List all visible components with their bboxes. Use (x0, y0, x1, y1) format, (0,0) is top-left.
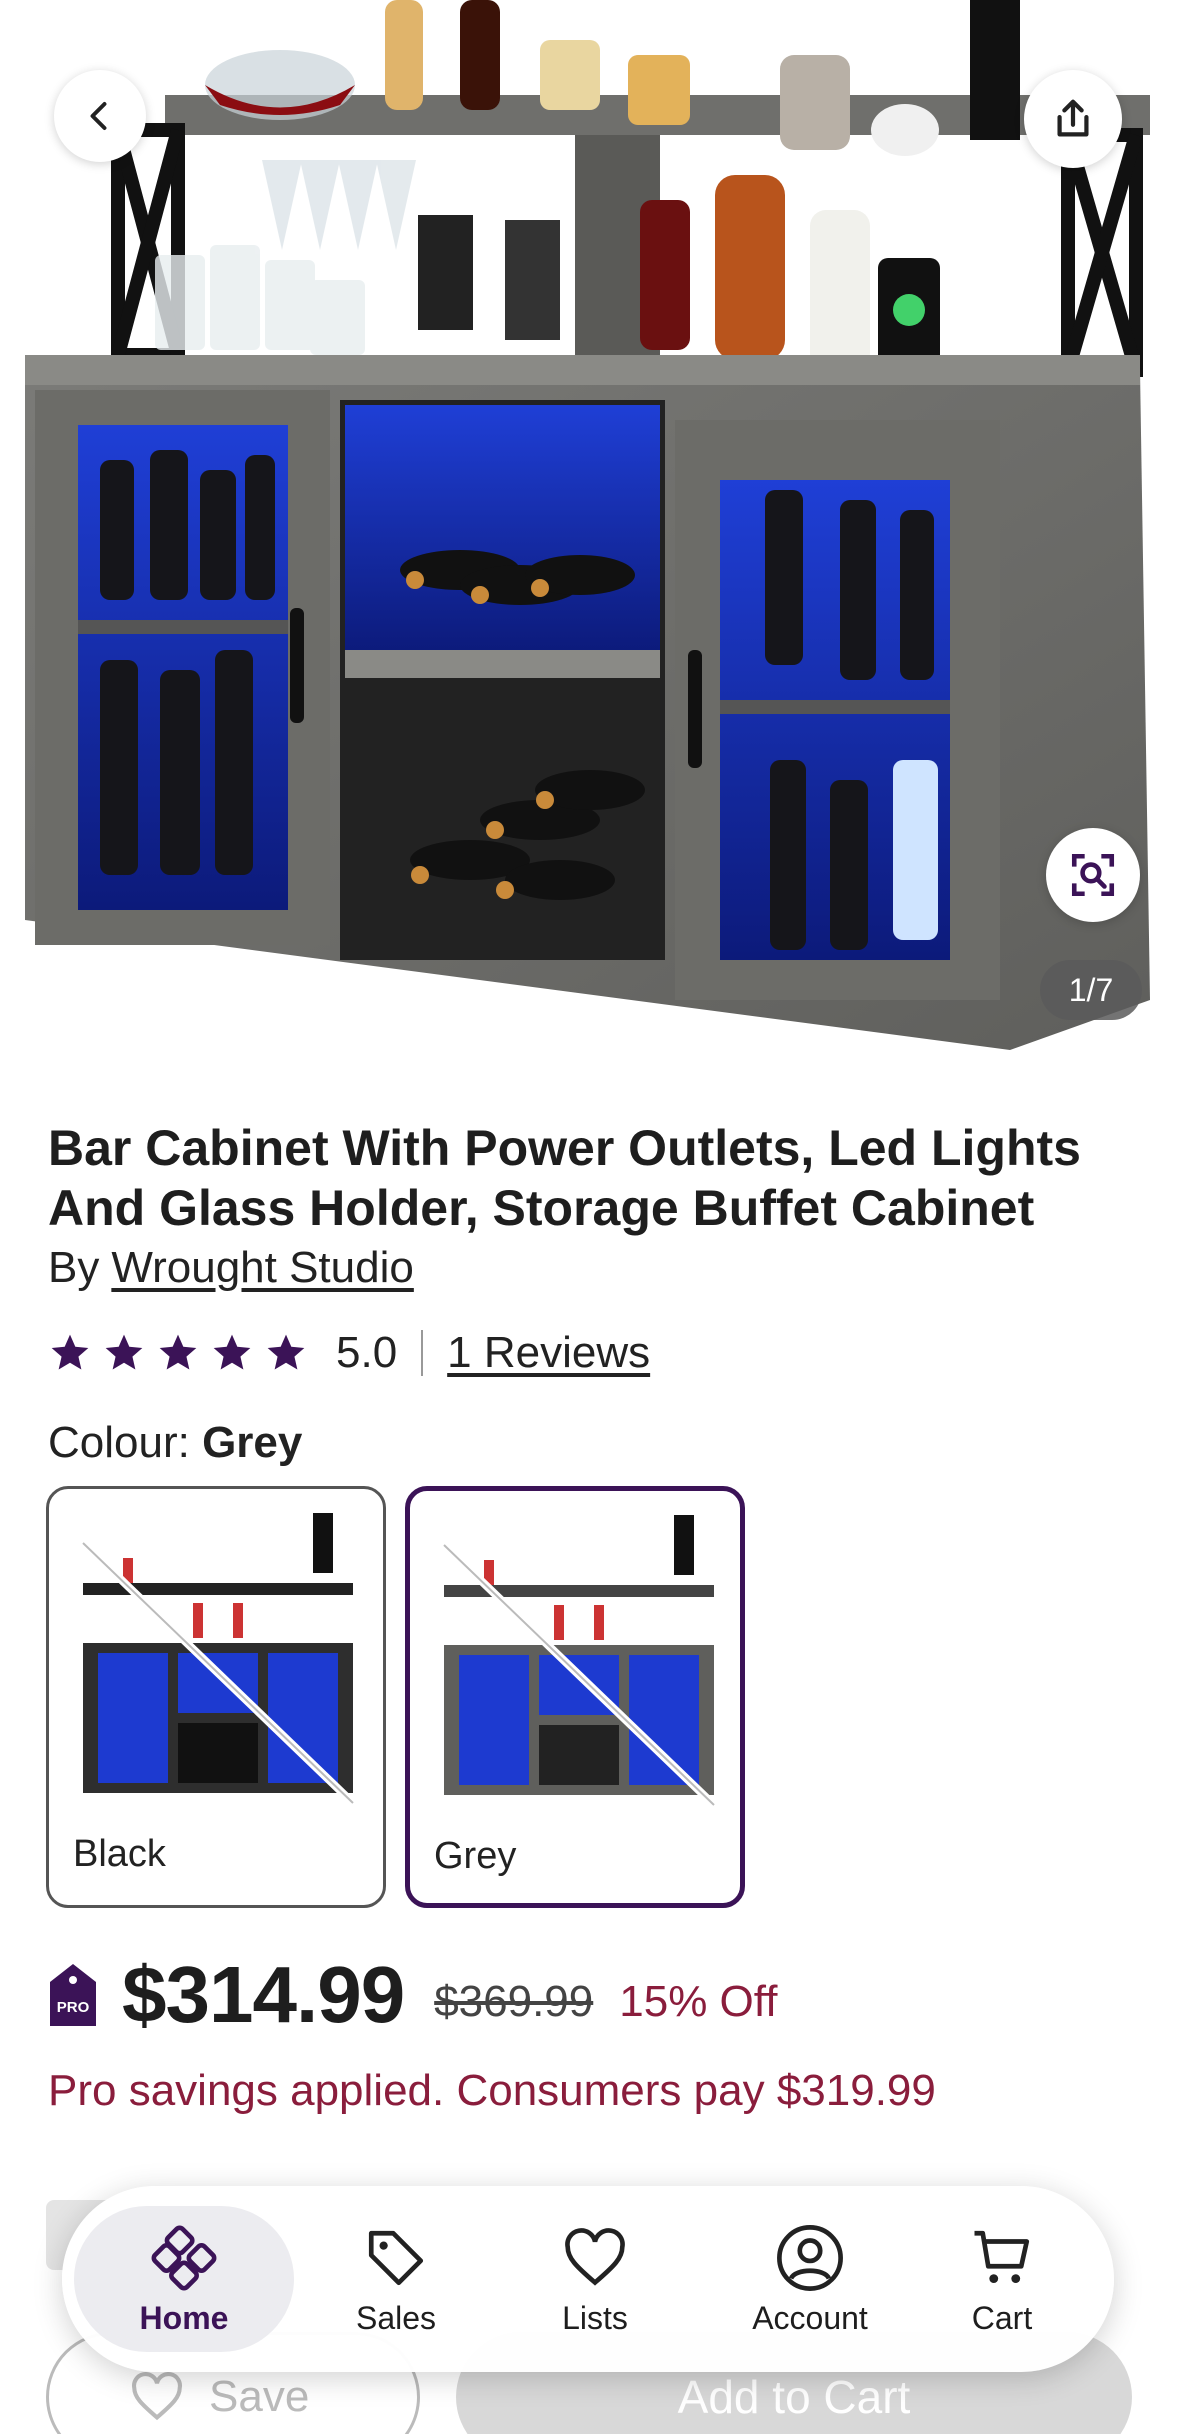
chevron-left-icon (90, 102, 107, 130)
colour-option-black[interactable]: Black (46, 1486, 386, 1908)
tab-cart[interactable]: Cart (917, 2206, 1087, 2352)
product-page: 1/7 Bar Cabinet With Power Outlets, Led … (0, 0, 1178, 2434)
pro-tag-icon: PRO (50, 1964, 96, 2026)
colour-label: Colour: Grey (48, 1418, 302, 1468)
rating-row: 5.0 1 Reviews (48, 1325, 650, 1381)
tab-cart-label: Cart (971, 2299, 1033, 2336)
tab-sales[interactable]: Sales (316, 2206, 476, 2352)
byline: By Wrought Studio (48, 1243, 414, 1293)
colour-option-grey[interactable]: Grey (405, 1486, 745, 1908)
rating-value: 5.0 (336, 1328, 398, 1377)
current-price: $314.99 (122, 1950, 405, 2039)
original-price: $369.99 (434, 1977, 594, 2026)
swatch-thumbnail (424, 1505, 734, 1815)
tab-home[interactable]: Home (74, 2206, 294, 2352)
image-search-icon (1071, 853, 1115, 897)
colour-option-label: Black (73, 1833, 166, 1875)
tab-lists-label: Lists (562, 2299, 628, 2336)
pro-badge-text: PRO (57, 1999, 90, 2016)
tab-sales-label: Sales (355, 2299, 437, 2336)
brand-link[interactable]: Wrought Studio (111, 1243, 413, 1292)
visual-search-button[interactable] (1046, 828, 1140, 922)
discount-label: 15% Off (619, 1977, 778, 2026)
reviews-link[interactable]: 1 Reviews (447, 1328, 650, 1378)
tab-account[interactable]: Account (710, 2206, 910, 2352)
back-button[interactable] (54, 70, 146, 162)
account-icon (777, 2224, 843, 2291)
star-icon (51, 1334, 89, 1370)
share-button[interactable] (1024, 70, 1122, 168)
image-counter: 1/7 (1040, 960, 1142, 1020)
share-icon (1057, 99, 1089, 137)
save-label: Save (209, 2372, 310, 2421)
swatch-thumbnail (63, 1503, 373, 1813)
tab-home-label: Home (139, 2299, 229, 2336)
selected-colour: Grey (202, 1418, 303, 1467)
by-prefix: By (48, 1243, 100, 1292)
colour-option-label: Grey (434, 1835, 517, 1877)
bottom-tab-bar: Home Sales Lists Account Cart (62, 2186, 1114, 2372)
star-icon (105, 1334, 143, 1370)
tab-account-label: Account (752, 2299, 868, 2336)
rating-divider (421, 1330, 424, 1376)
colour-label-text: Colour: (48, 1418, 190, 1467)
tag-icon (368, 2230, 424, 2285)
tab-lists[interactable]: Lists (515, 2206, 675, 2352)
home-grid-icon (151, 2225, 217, 2290)
product-title: Bar Cabinet With Power Outlets, Led Ligh… (48, 1120, 1081, 1236)
heart-icon (565, 2227, 625, 2286)
star-rating (48, 1331, 308, 1375)
product-image-carousel[interactable]: 1/7 (0, 0, 1178, 1050)
pro-savings-note: Pro savings applied. Consumers pay $319.… (48, 2066, 936, 2115)
price-row: PRO $314.99 $369.99 15% Off (48, 1950, 777, 2040)
product-photo (25, 0, 1150, 1050)
star-icon (159, 1334, 197, 1370)
cart-icon (974, 2230, 1030, 2283)
star-icon (213, 1334, 251, 1370)
star-icon (267, 1334, 305, 1370)
heart-outline-icon (132, 2372, 182, 2421)
